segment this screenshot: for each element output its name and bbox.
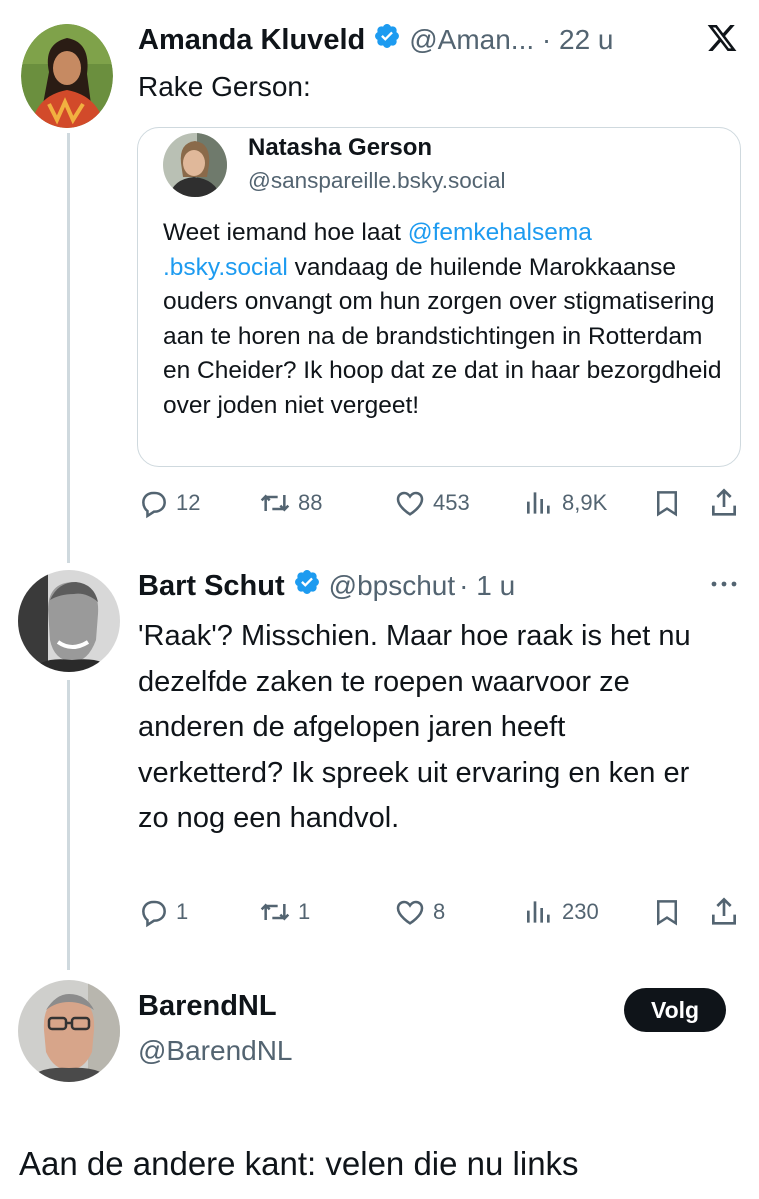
tweet-text: 'Raak'? Misschien. Maar hoe raak is het … <box>138 620 691 834</box>
quote-avatar[interactable] <box>163 133 227 197</box>
bookmark-button[interactable] <box>652 896 682 928</box>
views-count: 8,9K <box>562 490 608 515</box>
avatar[interactable] <box>18 570 120 672</box>
repost-count: 88 <box>298 490 323 515</box>
x-logo-icon[interactable] <box>705 22 739 59</box>
views-button[interactable]: 8,9K <box>522 487 607 519</box>
repost-icon <box>260 494 290 512</box>
quoted-post[interactable]: Natasha Gerson @sanspareille.bsky.social… <box>137 127 741 467</box>
tweet-text: Aan de andere kant: velen die nu links <box>19 1145 579 1182</box>
follow-button[interactable]: Volg <box>624 988 726 1032</box>
reply-icon <box>142 491 166 519</box>
like-button[interactable]: 453 <box>393 487 470 519</box>
views-icon <box>527 901 550 923</box>
timestamp[interactable]: · 1 u <box>459 570 515 602</box>
verified-badge-icon <box>373 22 401 58</box>
like-icon <box>396 491 424 516</box>
quote-handle[interactable]: @sanspareille.bsky.social <box>248 168 506 194</box>
quote-text-start: Weet iemand hoe laat <box>163 219 408 246</box>
quote-author-name[interactable]: Natasha Gerson <box>248 134 432 162</box>
repost-button[interactable]: 1 <box>258 896 310 928</box>
tweet-text: Rake Gerson: <box>138 71 311 102</box>
like-button[interactable]: 8 <box>393 896 445 928</box>
reply-button[interactable]: 12 <box>138 487 200 519</box>
author-name[interactable]: BarendNL <box>138 990 277 1023</box>
bookmark-icon <box>657 491 677 517</box>
bookmark-icon <box>657 900 677 926</box>
share-icon <box>712 488 736 516</box>
repost-icon <box>260 903 290 921</box>
reply-button[interactable]: 1 <box>138 896 188 928</box>
like-count: 453 <box>433 490 470 515</box>
reply-count: 1 <box>176 899 189 924</box>
thread-line <box>67 133 70 563</box>
views-icon <box>527 492 550 514</box>
avatar[interactable] <box>21 24 113 128</box>
repost-button[interactable]: 88 <box>258 487 322 519</box>
share-button[interactable] <box>708 895 740 929</box>
author-name[interactable]: Amanda Kluveld <box>138 24 365 57</box>
author-name[interactable]: Bart Schut <box>138 570 285 603</box>
handle[interactable]: @BarendNL <box>138 1035 293 1067</box>
like-icon <box>396 900 424 925</box>
views-count: 230 <box>562 899 599 924</box>
handle-time[interactable]: @Aman... · 22 u <box>409 24 613 56</box>
avatar[interactable] <box>18 980 120 1082</box>
thread-line <box>67 680 70 970</box>
reply-count: 12 <box>176 490 201 515</box>
share-icon <box>712 897 736 925</box>
reply-icon <box>142 900 166 928</box>
share-button[interactable] <box>708 486 740 520</box>
quote-text: Weet iemand hoe laat @femkehalsema .bsky… <box>163 216 723 423</box>
views-button[interactable]: 230 <box>522 896 599 928</box>
verified-badge-icon <box>293 568 321 604</box>
repost-count: 1 <box>298 899 311 924</box>
handle[interactable]: @bpschut <box>329 570 456 602</box>
like-count: 8 <box>433 899 446 924</box>
more-icon[interactable] <box>708 576 740 597</box>
bookmark-button[interactable] <box>652 487 682 519</box>
